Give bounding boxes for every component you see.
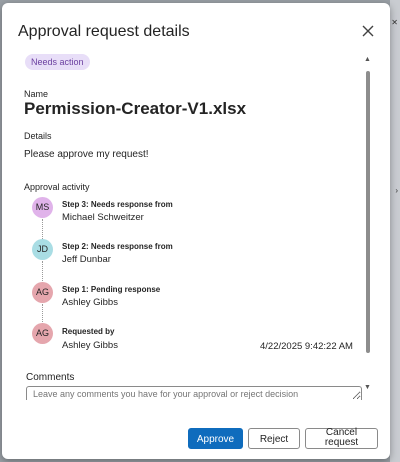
activity-connector — [42, 219, 43, 241]
activity-step-title: Requested by — [62, 327, 115, 336]
activity-step-person: Ashley Gibbs — [62, 297, 118, 308]
approval-activity-label: Approval activity — [24, 182, 90, 192]
avatar: JD — [32, 239, 53, 260]
status-badge: Needs action — [25, 54, 90, 70]
activity-step-person: Michael Schweitzer — [62, 212, 144, 223]
avatar: MS — [32, 197, 53, 218]
approval-dialog: Approval request details Needs action Na… — [2, 3, 390, 459]
activity-step-title: Step 2: Needs response from — [62, 242, 173, 251]
file-name: Permission-Creator-V1.xlsx — [24, 99, 247, 118]
chevron-down-icon[interactable]: ▼ — [364, 384, 371, 391]
dialog-title: Approval request details — [18, 23, 190, 40]
scrollbar-thumb[interactable] — [366, 71, 370, 353]
background-chevron-icon: › — [395, 186, 398, 195]
activity-step-person: Jeff Dunbar — [62, 254, 111, 265]
cancel-request-label: Cancel request — [324, 427, 359, 448]
name-label: Name — [24, 89, 49, 99]
reject-button[interactable]: Reject — [248, 428, 300, 449]
approve-button[interactable]: Approve — [188, 428, 243, 449]
request-timestamp: 4/22/2025 9:42:22 AM — [260, 341, 353, 352]
avatar: AG — [32, 282, 53, 303]
background-app-edge: ✕ › — [390, 0, 400, 462]
details-label: Details — [24, 131, 52, 141]
comments-input[interactable] — [26, 386, 362, 400]
activity-step-title: Step 3: Needs response from — [62, 200, 173, 209]
comments-label: Comments — [26, 372, 75, 383]
cancel-request-button[interactable]: Cancel request — [305, 428, 378, 449]
avatar: AG — [32, 323, 53, 344]
chevron-up-icon[interactable]: ▲ — [364, 56, 371, 63]
close-icon[interactable] — [359, 22, 377, 40]
activity-connector — [42, 261, 43, 283]
activity-step-title: Step 1: Pending response — [62, 285, 161, 294]
activity-step-person: Ashley Gibbs — [62, 340, 118, 351]
background-close-icon: ✕ — [391, 18, 398, 27]
details-text: Please approve my request! — [24, 149, 149, 160]
